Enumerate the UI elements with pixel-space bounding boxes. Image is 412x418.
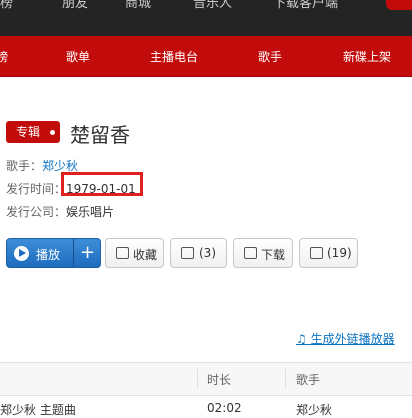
share-count: (3) bbox=[199, 246, 216, 260]
column-divider bbox=[285, 369, 286, 389]
company-name: 娱乐唱片 bbox=[66, 205, 115, 219]
table-row[interactable]: 郑少秋 主题曲 02:02 郑少秋 bbox=[0, 396, 412, 418]
duration-header: 时长 bbox=[207, 373, 232, 387]
artist-header: 歌手 bbox=[296, 373, 321, 387]
top-nav-item-5[interactable]: 下载客户端 bbox=[273, 0, 338, 11]
play-icon bbox=[14, 246, 29, 261]
top-navbar: 榜 朋友 商城 音乐人 下载客户端 bbox=[0, 0, 412, 36]
add-to-playlist-button[interactable]: + bbox=[80, 242, 95, 263]
tracklist-header: 时长 歌手 bbox=[0, 362, 412, 396]
sub-nav-item-1[interactable]: 榜 bbox=[0, 48, 8, 65]
sub-nav-item-2[interactable]: 歌单 bbox=[66, 48, 90, 65]
song-artist[interactable]: 郑少秋 bbox=[296, 401, 332, 418]
song-duration: 02:02 bbox=[207, 401, 242, 415]
collect-button[interactable]: 收藏 bbox=[105, 238, 164, 268]
singer-label: 歌手： bbox=[6, 159, 43, 173]
top-nav-item-1[interactable]: 榜 bbox=[0, 0, 13, 11]
song-title[interactable]: 郑少秋 主题曲 bbox=[0, 401, 76, 418]
hot-badge-icon bbox=[386, 0, 412, 10]
album-title: 楚留香 bbox=[70, 123, 130, 147]
sub-nav-item-5[interactable]: 新碟上架 bbox=[343, 48, 391, 65]
top-nav-item-2[interactable]: 朋友 bbox=[62, 0, 88, 11]
collect-icon bbox=[116, 247, 129, 259]
top-nav-item-4[interactable]: 音乐人 bbox=[193, 0, 232, 11]
comment-icon bbox=[310, 247, 323, 259]
tag-dot-icon bbox=[50, 130, 55, 135]
comment-button[interactable]: (19) bbox=[299, 238, 358, 268]
album-tag-label: 专辑 bbox=[16, 125, 41, 139]
external-player-link[interactable]: ♫ 生成外链播放器 bbox=[296, 330, 395, 347]
company-label: 发行公司： bbox=[6, 205, 67, 219]
share-button[interactable]: (3) bbox=[170, 238, 227, 268]
play-button[interactable]: 播放 + bbox=[6, 238, 101, 268]
download-button[interactable]: 下载 bbox=[233, 238, 293, 268]
sub-nav-item-3[interactable]: 主播电台 bbox=[150, 48, 198, 65]
company-row: 发行公司：娱乐唱片 bbox=[6, 203, 114, 220]
play-separator bbox=[73, 239, 74, 267]
download-icon bbox=[244, 247, 257, 259]
comment-count: (19) bbox=[327, 246, 352, 260]
external-player-label: 生成外链播放器 bbox=[310, 332, 395, 346]
play-label: 播放 bbox=[36, 248, 61, 262]
album-tag: 专辑 bbox=[6, 121, 60, 143]
top-nav-item-3[interactable]: 商城 bbox=[125, 0, 151, 11]
release-label: 发行时间： bbox=[6, 182, 67, 196]
sub-navbar: 榜 歌单 主播电台 歌手 新碟上架 bbox=[0, 36, 412, 77]
highlight-box bbox=[61, 172, 143, 196]
singer-link[interactable]: 郑少秋 bbox=[42, 159, 78, 173]
sub-nav-item-4[interactable]: 歌手 bbox=[258, 48, 282, 65]
column-divider bbox=[197, 369, 198, 389]
download-label: 下载 bbox=[261, 248, 286, 262]
share-icon bbox=[181, 247, 194, 259]
collect-label: 收藏 bbox=[133, 248, 158, 262]
